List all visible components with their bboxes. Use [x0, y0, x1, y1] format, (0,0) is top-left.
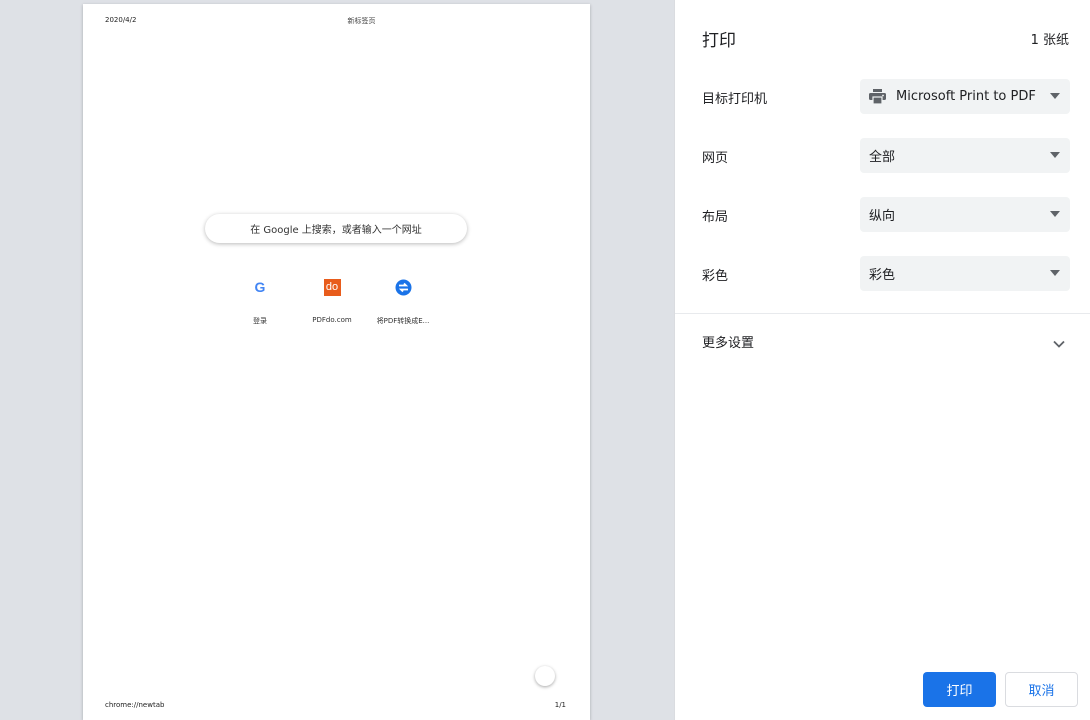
dropdown-arrow-icon [1050, 211, 1060, 217]
customize-circle-icon [535, 666, 555, 686]
more-settings-label: 更多设置 [702, 336, 755, 351]
destination-select[interactable]: Microsoft Print to PDF [860, 79, 1070, 114]
printer-icon [869, 89, 886, 104]
destination-label: 目标打印机 [702, 92, 768, 107]
pages-label: 网页 [702, 151, 729, 166]
pages-select[interactable]: 全部 [860, 138, 1070, 173]
dropdown-arrow-icon [1050, 270, 1060, 276]
shortcut-google-login: G 登录 [224, 278, 296, 326]
print-settings-panel: 打印 1 张纸 目标打印机 Microsoft Print to PDF 网页 … [674, 0, 1090, 720]
page-footer-page-number: 1/1 [554, 701, 566, 709]
chevron-down-icon [1053, 333, 1065, 352]
dropdown-arrow-icon [1050, 93, 1060, 99]
destination-value: Microsoft Print to PDF [896, 89, 1036, 104]
color-select[interactable]: 彩色 [860, 256, 1070, 291]
print-preview-area: 2020/4/2 新标签页 在 Google 上搜索，或者输入一个网址 G 登录… [0, 0, 674, 720]
preview-page: 2020/4/2 新标签页 在 Google 上搜索，或者输入一个网址 G 登录… [83, 4, 590, 720]
converter-icon [394, 278, 412, 296]
google-g-icon: G [254, 279, 266, 295]
shortcut-label: 将PDF转换成E... [376, 317, 430, 325]
dropdown-arrow-icon [1050, 152, 1060, 158]
color-label: 彩色 [702, 269, 729, 284]
sheet-count: 1 张纸 [1030, 33, 1069, 48]
panel-title: 打印 [702, 31, 736, 51]
layout-value: 纵向 [869, 209, 896, 224]
preview-search-box: 在 Google 上搜索，或者输入一个网址 [205, 214, 467, 243]
pages-value: 全部 [869, 150, 896, 165]
more-settings-toggle[interactable]: 更多设置 [675, 322, 1090, 360]
shortcut-pdfdo: do PDFdo.com [296, 278, 368, 324]
shortcut-pdf-converter: 将PDF转换成E... [367, 278, 439, 326]
cancel-button[interactable]: 取消 [1005, 672, 1078, 707]
pdfdo-icon: do [323, 278, 341, 296]
layout-label: 布局 [702, 210, 729, 225]
print-button[interactable]: 打印 [923, 672, 996, 707]
layout-select[interactable]: 纵向 [860, 197, 1070, 232]
section-divider [675, 313, 1090, 314]
shortcut-label: PDFdo.com [312, 316, 352, 324]
search-placeholder: 在 Google 上搜索，或者输入一个网址 [250, 225, 422, 236]
page-header-title: 新标签页 [347, 17, 376, 25]
color-value: 彩色 [869, 268, 896, 283]
shortcut-label: 登录 [253, 317, 267, 325]
page-footer-url: chrome://newtab [105, 701, 165, 709]
